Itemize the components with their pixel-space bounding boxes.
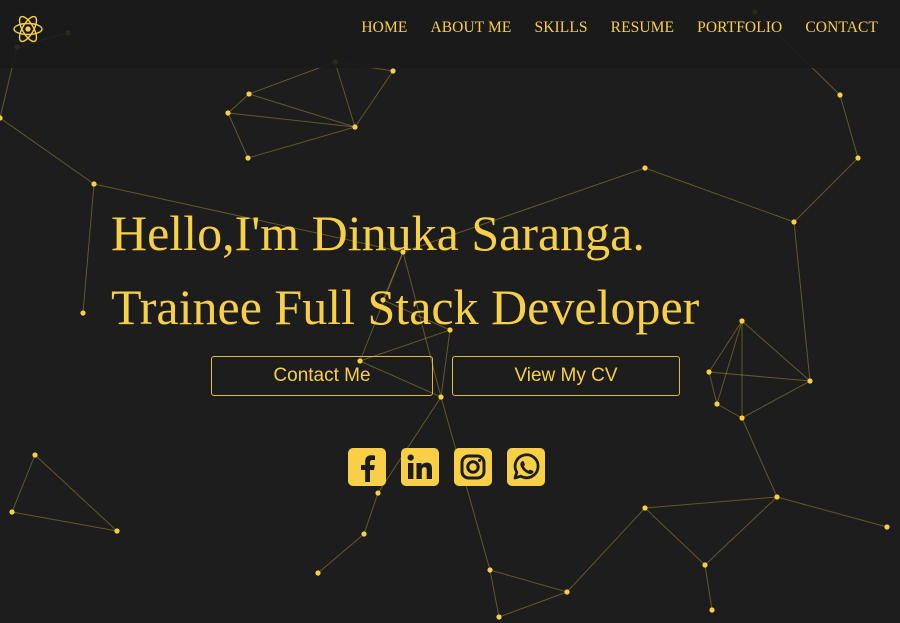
network-link bbox=[354, 70, 394, 128]
network-node bbox=[315, 570, 321, 576]
network-node bbox=[702, 562, 708, 568]
network-node bbox=[375, 490, 381, 496]
network-node bbox=[9, 509, 15, 515]
view-cv-button[interactable]: View My CV bbox=[452, 356, 680, 396]
network-node bbox=[706, 369, 712, 375]
network-node bbox=[642, 505, 648, 511]
network-node bbox=[709, 607, 715, 613]
network-node bbox=[390, 68, 396, 74]
nav-menu: HOME ABOUT ME SKILLS RESUME PORTFOLIO CO… bbox=[361, 19, 878, 37]
network-link bbox=[363, 492, 379, 535]
network-node bbox=[487, 567, 493, 573]
network-node bbox=[225, 110, 231, 116]
network-node bbox=[564, 589, 570, 595]
network-node bbox=[884, 524, 890, 530]
network-node bbox=[739, 415, 745, 421]
linkedin-icon[interactable] bbox=[401, 448, 439, 486]
network-node bbox=[32, 452, 38, 458]
hero-greeting: Hello,I'm Dinuka Saranga. bbox=[111, 205, 645, 261]
network-link bbox=[644, 507, 706, 566]
network-node bbox=[245, 155, 251, 161]
network-link bbox=[489, 569, 500, 618]
nav-item-skills[interactable]: SKILLS bbox=[534, 19, 587, 37]
network-link bbox=[227, 112, 356, 128]
network-node bbox=[642, 165, 648, 171]
network-link bbox=[227, 93, 250, 114]
contact-me-button[interactable]: Contact Me bbox=[211, 356, 433, 396]
network-link bbox=[708, 371, 718, 405]
network-link bbox=[227, 112, 249, 159]
instagram-icon[interactable] bbox=[454, 448, 492, 486]
network-link bbox=[34, 454, 118, 532]
network-node bbox=[714, 401, 720, 407]
network-link bbox=[776, 496, 888, 528]
hero-role: Trainee Full Stack Developer bbox=[111, 279, 700, 335]
network-link bbox=[704, 564, 713, 611]
network-link bbox=[247, 126, 356, 159]
network-link bbox=[566, 507, 646, 593]
network-node bbox=[807, 378, 813, 384]
network-link bbox=[793, 157, 859, 223]
page: HOME ABOUT ME SKILLS RESUME PORTFOLIO CO… bbox=[0, 0, 900, 623]
network-link bbox=[498, 591, 568, 618]
network-link bbox=[793, 221, 811, 382]
network-node bbox=[739, 318, 745, 324]
nav-item-resume[interactable]: RESUME bbox=[611, 19, 674, 37]
whatsapp-icon[interactable] bbox=[507, 448, 545, 486]
network-link bbox=[489, 569, 568, 593]
network-link bbox=[708, 320, 743, 373]
navbar: HOME ABOUT ME SKILLS RESUME PORTFOLIO CO… bbox=[0, 0, 900, 68]
network-link bbox=[716, 403, 743, 419]
network-link bbox=[839, 94, 859, 159]
hero-heading: Hello,I'm Dinuka Saranga. Trainee Full S… bbox=[111, 196, 699, 344]
network-node bbox=[114, 528, 120, 534]
react-atom-logo-icon[interactable] bbox=[11, 12, 45, 46]
network-link bbox=[82, 183, 95, 314]
network-link bbox=[741, 320, 811, 382]
network-link bbox=[704, 496, 778, 566]
nav-item-portfolio[interactable]: PORTFOLIO bbox=[697, 19, 782, 37]
nav-item-home[interactable]: HOME bbox=[361, 19, 407, 37]
network-link bbox=[11, 511, 118, 532]
network-link bbox=[0, 117, 95, 185]
network-link bbox=[741, 380, 811, 419]
network-link bbox=[334, 61, 356, 128]
network-node bbox=[80, 310, 86, 316]
network-node bbox=[246, 91, 252, 97]
network-node bbox=[791, 219, 797, 225]
network-link bbox=[11, 454, 36, 513]
network-node bbox=[496, 614, 502, 620]
network-node bbox=[774, 494, 780, 500]
facebook-icon[interactable] bbox=[348, 448, 386, 486]
network-node bbox=[352, 124, 358, 130]
network-node bbox=[438, 394, 444, 400]
network-link bbox=[317, 533, 365, 574]
nav-item-contact[interactable]: CONTACT bbox=[805, 19, 878, 37]
social-links bbox=[348, 448, 545, 486]
network-link bbox=[248, 93, 356, 128]
network-node bbox=[91, 181, 97, 187]
nav-item-about-me[interactable]: ABOUT ME bbox=[430, 19, 511, 37]
network-node bbox=[855, 155, 861, 161]
network-link bbox=[741, 417, 778, 498]
network-link bbox=[644, 496, 778, 509]
network-link bbox=[716, 320, 743, 405]
network-node bbox=[361, 531, 367, 537]
network-node bbox=[837, 92, 843, 98]
